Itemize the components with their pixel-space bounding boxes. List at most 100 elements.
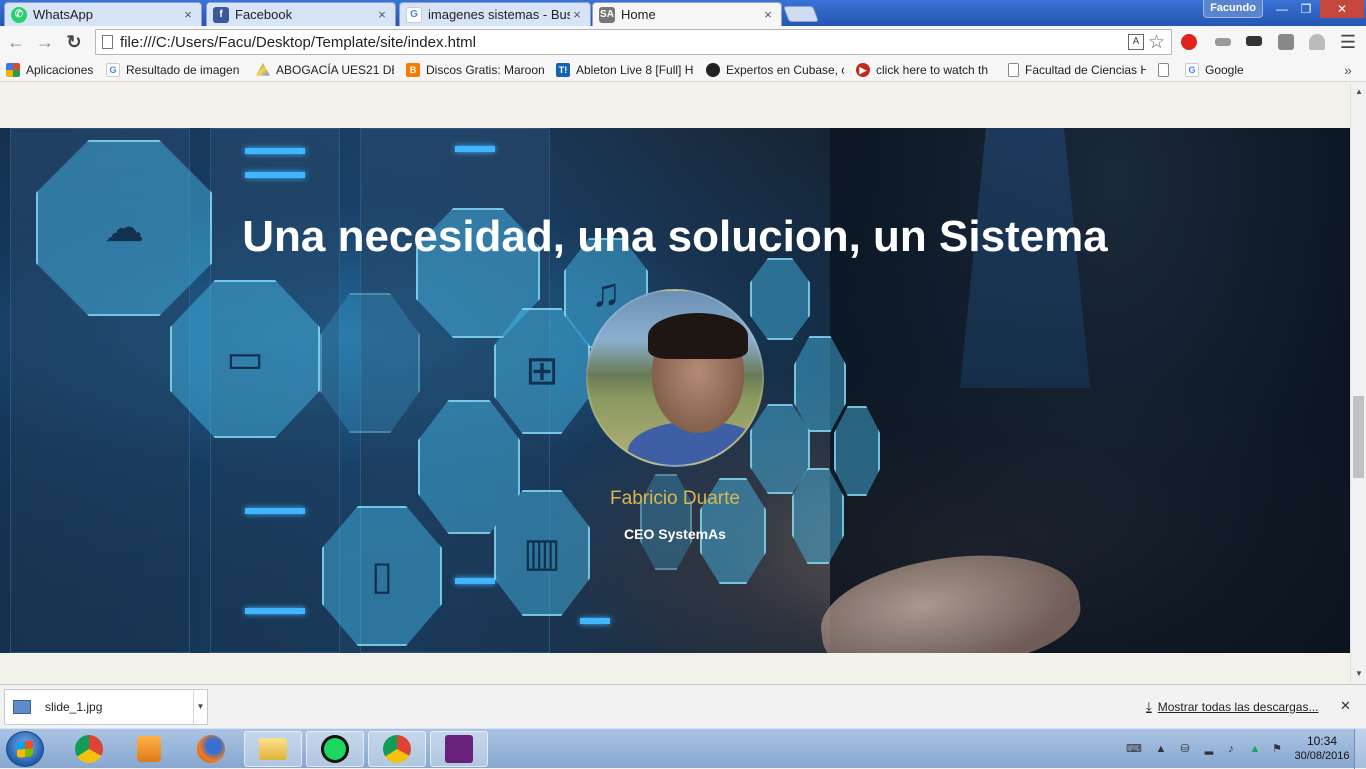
tab-whatsapp[interactable]: ✆ WhatsApp × [4,2,202,26]
scrollbar-thumb[interactable] [1353,396,1364,478]
media-player-icon [137,736,161,762]
close-shelf-icon[interactable]: ✕ [1340,698,1351,714]
bookmark-item[interactable]: Expertos en Cubase, c [706,62,844,78]
bookmark-label: ABOGACÍA UES21 DE [276,63,394,77]
tab-strip: ✆ WhatsApp × f Facebook × G imagenes sis… [0,0,1366,26]
notification-icon[interactable]: ⚑ [1270,742,1284,756]
new-tab-button[interactable] [783,6,819,22]
bookmark-item[interactable]: ABOGACÍA UES21 DE [256,62,394,78]
bookmark-item[interactable]: Facultad de Ciencias H [1008,62,1146,78]
forward-button[interactable]: → [35,32,55,52]
whatsapp-icon: ✆ [11,6,27,23]
bookmarks-overflow-button[interactable]: » [1344,62,1358,78]
taringa-icon: T! [556,63,570,77]
taskbar-app[interactable] [182,731,240,767]
apps-grid-icon [6,63,20,77]
google-icon: G [106,63,120,77]
bookmark-label: Google [1205,63,1244,77]
monitor-icon: ▭ [170,280,320,438]
usb-device-icon[interactable]: ⛁ [1178,742,1192,756]
facebook-icon: f [213,6,229,23]
close-window-button[interactable]: ✕ [1320,0,1364,18]
cloud-icon [834,406,880,496]
tab-home[interactable]: SA Home × [592,2,782,26]
minimize-button[interactable]: — [1270,0,1294,18]
bookmark-item[interactable]: ▶ click here to watch th [856,62,996,78]
chrome-icon [75,735,103,763]
bookmark-item[interactable]: G Resultado de imagen [106,62,242,78]
scroll-up-arrow-icon[interactable]: ▲ [1351,85,1366,99]
download-shelf: slide_1.jpg ▼ ⤓ Mostrar todas las descar… [0,684,1366,728]
browser-toolbar: ← → ↻ file:///C:/Users/Facu/Desktop/Temp… [0,26,1366,58]
extension-icon[interactable] [1246,36,1262,46]
show-desktop-button[interactable] [1354,729,1366,769]
tab-label: imagenes sistemas - Busc [428,7,570,22]
taskbar-app[interactable] [120,731,178,767]
back-button[interactable]: ← [6,32,26,52]
extension-icon[interactable] [1215,38,1231,46]
clock-time[interactable]: 10:34 [1292,734,1352,748]
google-icon: G [406,6,422,23]
show-hidden-icons-icon[interactable]: ▲ [1154,742,1168,756]
tab-google-search[interactable]: G imagenes sistemas - Busc × [399,2,591,26]
start-button[interactable] [6,731,44,767]
reload-button[interactable]: ↻ [64,32,84,52]
tab-facebook[interactable]: f Facebook × [206,2,396,26]
extension-icon[interactable] [1278,34,1294,50]
vertical-scrollbar[interactable]: ▲ ▼ [1350,83,1366,683]
tab-label: WhatsApp [33,7,93,22]
tab-label: Facebook [235,7,293,22]
drive-icon [256,63,270,76]
keyboard-icon[interactable]: ⌨ [1126,742,1142,756]
tab-close-icon[interactable]: × [761,7,775,22]
maximize-button[interactable]: ❐ [1294,0,1318,18]
server-led [580,618,610,624]
bookmark-item[interactable]: B Discos Gratis: Maroon [406,62,544,78]
tech-octagon-icon [320,293,420,433]
chevron-down-icon[interactable]: ▼ [193,690,207,724]
bookmark-item[interactable] [1158,62,1174,78]
menu-icon[interactable]: ☰ [1338,32,1358,52]
opera-vpn-icon[interactable] [1181,34,1197,50]
person-role: CEO SystemAs [624,526,726,542]
taskbar-app[interactable] [430,731,488,767]
bookmark-item[interactable]: T! Ableton Live 8 [Full] H [556,62,694,78]
page-icon [1008,63,1019,77]
show-all-downloads-link[interactable]: ⤓ Mostrar todas las descargas... [1146,699,1318,715]
bookmarks-bar: Aplicaciones G Resultado de imagen ABOGA… [0,58,1366,82]
visual-studio-icon [445,735,473,763]
translate-icon[interactable]: A [1128,34,1144,50]
taskbar-app[interactable] [60,731,118,767]
address-bar[interactable]: file:///C:/Users/Facu/Desktop/Template/s… [95,29,1172,55]
chrome-icon [383,735,411,763]
hero-banner: ☁ ▭ ⊞ ♫ ▯ ▥ Una necesidad, una solucion,… [0,128,1350,653]
bookmark-google[interactable]: G Google [1185,62,1255,78]
tab-close-icon[interactable]: × [570,7,584,22]
bookmark-label: Ableton Live 8 [Full] H [576,63,694,77]
volume-icon[interactable]: ♪ [1224,742,1238,756]
tab-close-icon[interactable]: × [181,7,195,22]
windows-logo-icon [17,740,33,758]
tab-close-icon[interactable]: × [375,7,389,22]
taskbar-app[interactable] [306,731,364,767]
scroll-down-arrow-icon[interactable]: ▼ [1351,667,1366,681]
tab-label: Home [621,7,656,22]
bookmark-star-icon[interactable]: ☆ [1148,31,1165,54]
clock-date[interactable]: 30/08/2016 [1292,750,1352,762]
server-led [455,146,495,152]
server-led [455,578,495,584]
url-text: file:///C:/Users/Facu/Desktop/Template/s… [120,33,476,51]
extension-icon[interactable] [1309,34,1325,50]
bookmark-label: Resultado de imagen [126,63,240,77]
system-tray: ⌨ ▲ ⛁ ▂ ♪ ▲ ⚑ 10:34 30/08/2016 [1120,729,1366,769]
play-icon: ▶ [856,63,870,77]
taskbar-app[interactable] [244,731,302,767]
profile-button[interactable]: Facundo [1203,0,1263,18]
download-item[interactable]: slide_1.jpg ▼ [4,689,208,725]
network-signal-icon[interactable]: ▂ [1202,742,1216,756]
show-all-downloads-label: Mostrar todas las descargas... [1157,700,1319,714]
google-drive-icon[interactable]: ▲ [1248,742,1262,756]
bookmark-label: Discos Gratis: Maroon [426,63,544,77]
bookmark-apps[interactable]: Aplicaciones [6,62,98,78]
taskbar-app[interactable] [368,731,426,767]
